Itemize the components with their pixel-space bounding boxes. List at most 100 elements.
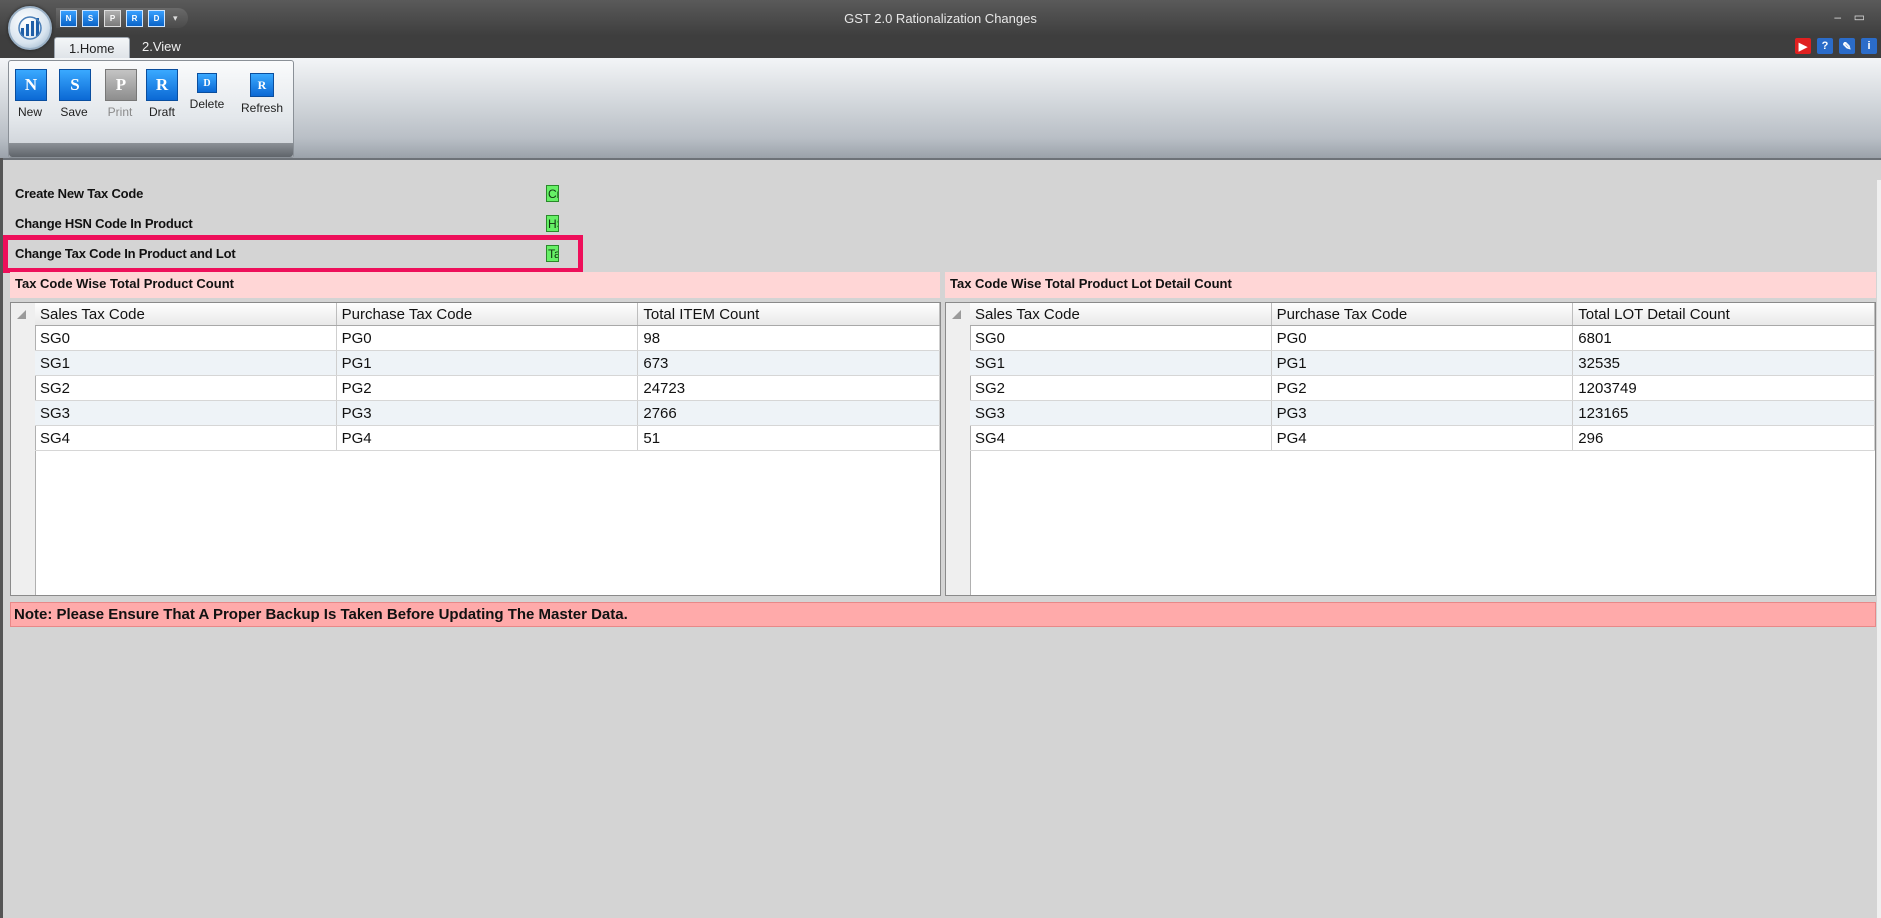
column-header[interactable]: Total ITEM Count	[637, 303, 940, 326]
table-row[interactable]: SG1 PG1 32535	[970, 350, 1875, 376]
table-cell[interactable]: PG3	[1271, 400, 1574, 426]
column-header[interactable]: Purchase Tax Code	[1271, 303, 1574, 326]
table-row[interactable]: SG0 PG0 6801	[970, 325, 1875, 351]
table-row[interactable]: SG4 PG4 296	[970, 425, 1875, 451]
table-cell[interactable]: 24723	[637, 375, 940, 401]
refresh-icon: R	[250, 73, 274, 97]
table-cell[interactable]: SG2	[35, 375, 337, 401]
table-cell[interactable]: SG0	[35, 325, 337, 351]
row-header-column	[11, 303, 36, 595]
table-cell[interactable]: PG4	[336, 425, 639, 451]
table-row[interactable]: SG3 PG3 2766	[35, 400, 940, 426]
scrollbar[interactable]	[1877, 180, 1881, 918]
column-header[interactable]: Total LOT Detail Count	[1572, 303, 1875, 326]
option-create-tax-code-button[interactable]: Cr	[546, 185, 559, 202]
option-change-hsn-label: Change HSN Code In Product	[15, 216, 193, 231]
table-cell[interactable]: 51	[637, 425, 940, 451]
table-row[interactable]: SG4 PG4 51	[35, 425, 940, 451]
table-cell[interactable]: SG3	[970, 400, 1272, 426]
qat-customize-icon[interactable]: ▾	[173, 13, 178, 24]
table-cell[interactable]: PG0	[336, 325, 639, 351]
help-icon[interactable]: ?	[1817, 38, 1833, 54]
column-header[interactable]: Sales Tax Code	[35, 303, 337, 326]
table-cell[interactable]: 6801	[1572, 325, 1875, 351]
refresh-button[interactable]: R Refresh	[239, 69, 285, 115]
table-cell[interactable]: SG3	[35, 400, 337, 426]
qat-delete-icon[interactable]: D	[148, 9, 165, 27]
table-cell[interactable]: 673	[637, 350, 940, 376]
right-panel-title: Tax Code Wise Total Product Lot Detail C…	[945, 272, 1876, 298]
table-cell[interactable]: 123165	[1572, 400, 1875, 426]
table-row[interactable]: SG2 PG2 1203749	[970, 375, 1875, 401]
select-all-icon[interactable]	[17, 310, 26, 319]
table-cell[interactable]: 98	[637, 325, 940, 351]
ribbon-group-actions: N New S Save P Print R Draft D Delete R …	[8, 60, 294, 158]
table-cell[interactable]: PG2	[1271, 375, 1574, 401]
app-menu-button[interactable]	[8, 6, 52, 50]
lot-count-table: Sales Tax Code Purchase Tax Code Total L…	[970, 303, 1875, 451]
table-cell[interactable]: SG1	[970, 350, 1272, 376]
row-header-column	[946, 303, 971, 595]
info-icon[interactable]: i	[1861, 38, 1877, 54]
table-cell[interactable]: PG1	[336, 350, 639, 376]
print-icon: P	[105, 69, 137, 101]
select-all-icon[interactable]	[952, 310, 961, 319]
product-count-table: Sales Tax Code Purchase Tax Code Total I…	[35, 303, 940, 451]
youtube-icon[interactable]: ▶	[1795, 38, 1811, 54]
tab-view[interactable]: 2.View	[128, 36, 195, 58]
left-panel-title: Tax Code Wise Total Product Count	[10, 272, 940, 298]
table-row[interactable]: SG0 PG0 98	[35, 325, 940, 351]
table-cell[interactable]: 2766	[637, 400, 940, 426]
new-label: New	[17, 105, 42, 119]
table-cell[interactable]: SG0	[970, 325, 1272, 351]
maximize-button[interactable]: ▭	[1854, 10, 1865, 24]
table-cell[interactable]: PG4	[1271, 425, 1574, 451]
table-cell[interactable]: PG2	[336, 375, 639, 401]
print-button[interactable]: P Print	[105, 69, 137, 119]
print-label: Print	[107, 105, 133, 119]
save-label: Save	[60, 105, 88, 119]
lot-count-grid: Sales Tax Code Purchase Tax Code Total L…	[945, 302, 1876, 596]
draft-button[interactable]: R Draft	[145, 69, 179, 119]
table-cell[interactable]: 32535	[1572, 350, 1875, 376]
product-count-grid: Sales Tax Code Purchase Tax Code Total I…	[10, 302, 941, 596]
minimize-button[interactable]: –	[1834, 10, 1841, 24]
app-logo-icon	[18, 16, 42, 40]
save-button[interactable]: S Save	[59, 69, 91, 119]
column-header[interactable]: Sales Tax Code	[970, 303, 1272, 326]
table-cell[interactable]: SG4	[970, 425, 1272, 451]
table-cell[interactable]: PG1	[1271, 350, 1574, 376]
delete-icon: D	[197, 73, 217, 93]
delete-button[interactable]: D Delete	[187, 69, 227, 111]
delete-label: Delete	[189, 97, 225, 111]
table-cell[interactable]: 1203749	[1572, 375, 1875, 401]
new-button[interactable]: N New	[15, 69, 47, 119]
help-icons: ▶ ? ✎ i	[1795, 38, 1877, 54]
qat-new-icon[interactable]: N	[60, 9, 77, 27]
column-header[interactable]: Purchase Tax Code	[336, 303, 639, 326]
table-cell[interactable]: 296	[1572, 425, 1875, 451]
table-cell[interactable]: SG2	[970, 375, 1272, 401]
table-cell[interactable]: SG4	[35, 425, 337, 451]
window-title: GST 2.0 Rationalization Changes	[844, 11, 1037, 26]
new-icon: N	[15, 69, 47, 101]
table-row[interactable]: SG2 PG2 24723	[35, 375, 940, 401]
ribbon-group-footer	[9, 143, 293, 157]
table-cell[interactable]: PG0	[1271, 325, 1574, 351]
qat-draft-icon[interactable]: R	[126, 9, 143, 27]
save-icon: S	[59, 69, 91, 101]
quick-access-toolbar: N S P R D ▾	[56, 8, 188, 28]
refresh-label: Refresh	[240, 101, 284, 115]
table-cell[interactable]: PG3	[336, 400, 639, 426]
tab-home[interactable]: 1.Home	[54, 37, 130, 60]
highlight-box	[3, 235, 583, 273]
backup-note: Note: Please Ensure That A Proper Backup…	[10, 602, 1876, 627]
qat-save-icon[interactable]: S	[82, 9, 99, 27]
draft-label: Draft	[148, 105, 175, 119]
notes-icon[interactable]: ✎	[1839, 38, 1855, 54]
table-row[interactable]: SG1 PG1 673	[35, 350, 940, 376]
table-row[interactable]: SG3 PG3 123165	[970, 400, 1875, 426]
table-cell[interactable]: SG1	[35, 350, 337, 376]
qat-print-icon[interactable]: P	[104, 9, 121, 27]
option-change-hsn-button[interactable]: HS	[546, 215, 559, 232]
